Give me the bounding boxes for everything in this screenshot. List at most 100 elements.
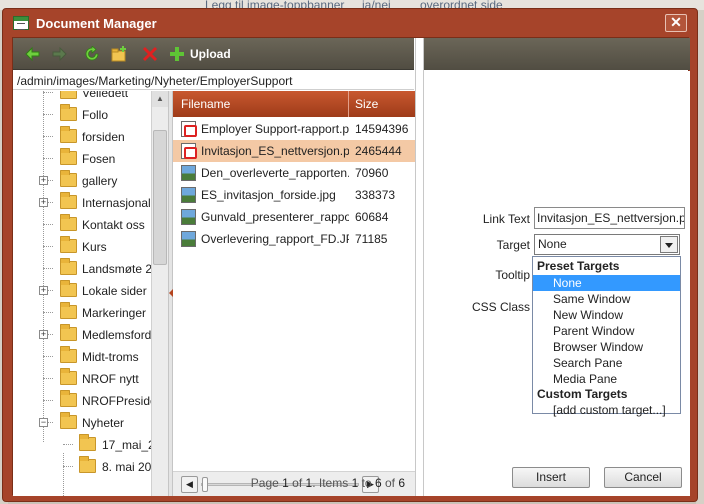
tree-item[interactable]: Kontakt oss (13, 214, 151, 236)
new-folder-icon[interactable] (111, 46, 127, 62)
file-name: Overlevering_rapport_FD.JPG (201, 232, 349, 246)
folder-icon (60, 390, 77, 407)
tree-item[interactable]: Follo (13, 104, 151, 126)
tree-item-label: Follo (82, 108, 109, 122)
expand-icon[interactable]: + (39, 198, 48, 207)
scroll-thumb[interactable] (153, 130, 167, 265)
file-name: Employer Support-rapport.pdf (201, 122, 349, 136)
scroll-up-icon[interactable]: ▲ (152, 91, 168, 107)
plus-icon[interactable] (169, 46, 185, 62)
tree-item[interactable]: NROFPreside (13, 390, 157, 412)
target-select[interactable]: None (534, 234, 680, 255)
pane-divider (415, 38, 424, 496)
tree-line (63, 444, 73, 445)
file-name: Gunvald_presenterer_rapport.jpg (201, 210, 349, 224)
tree-item[interactable]: Kurs (13, 236, 151, 258)
tree-line (43, 224, 53, 225)
link-text-label: Link Text (482, 212, 530, 226)
tree-item[interactable]: Landsmøte 2 (13, 258, 152, 280)
tree-item[interactable]: Veiledett (13, 91, 151, 104)
collapse-icon[interactable]: − (39, 418, 48, 427)
target-option[interactable]: Search Pane (533, 355, 680, 371)
custom-targets-header: Custom Targets (537, 387, 628, 401)
tree-line (43, 158, 53, 159)
file-row[interactable]: Den_overleverte_rapporten.jpg 70960 (173, 162, 415, 184)
pager-text: . Items (312, 476, 352, 490)
folder-icon (60, 91, 77, 99)
upload-button[interactable]: Upload (190, 47, 231, 61)
folder-icon (60, 302, 77, 319)
tree-item[interactable]: 8. mai 20 (13, 456, 151, 478)
tree-item[interactable]: + Medlemsford (13, 324, 151, 346)
tree-line (43, 356, 53, 357)
pager-status: Page 1 of 1. Items 1 to 6 of 6 (251, 476, 405, 490)
column-header-filename[interactable]: Filename (181, 97, 230, 111)
tree-line (43, 378, 53, 379)
file-row[interactable]: Overlevering_rapport_FD.JPG 71185 (173, 228, 415, 250)
tree-item-label: Veiledett (82, 91, 129, 100)
tree-item[interactable]: Midt-troms (13, 346, 151, 368)
target-option[interactable]: Same Window (533, 291, 680, 307)
tree-item[interactable]: − Nyheter (13, 412, 151, 434)
target-option[interactable]: Parent Window (533, 323, 680, 339)
target-option[interactable]: New Window (533, 307, 680, 323)
preset-targets-header: Preset Targets (537, 259, 620, 273)
file-row[interactable]: ES_invitasjon_forside.jpg 338373 (173, 184, 415, 206)
expand-icon[interactable]: + (39, 330, 48, 339)
folder-icon (60, 236, 77, 253)
tree-item-label: Midt-troms (82, 350, 139, 364)
title-bar[interactable]: Document Manager ✕ (3, 9, 697, 37)
chevron-down-icon[interactable] (660, 236, 678, 253)
file-row[interactable]: Gunvald_presenterer_rapport.jpg 60684 (173, 206, 415, 228)
pdf-file-icon (181, 143, 197, 159)
expand-icon[interactable]: + (39, 176, 48, 185)
folder-icon (60, 126, 77, 143)
file-size: 60684 (355, 210, 389, 224)
tree-item-label: gallery (82, 174, 118, 188)
image-file-icon (181, 209, 196, 225)
folder-tree: Veiledett Follo forsiden Fosen + gallery + Inte… (13, 91, 168, 496)
target-option[interactable]: None (533, 275, 680, 291)
tree-item[interactable]: forsiden (13, 126, 151, 148)
tree-scrollbar[interactable]: ▲ (151, 91, 168, 496)
file-size: 14594396 (355, 122, 409, 136)
tree-item[interactable]: Markeringer (13, 302, 151, 324)
tooltip-label: Tooltip (495, 268, 530, 282)
add-custom-target-option[interactable]: [add custom target...] (533, 402, 680, 418)
tree-item[interactable]: + Lokale sider (13, 280, 151, 302)
delete-icon[interactable] (142, 46, 158, 62)
link-text-input[interactable]: Invitasjon_ES_nettversjon.pdf (534, 207, 685, 229)
tree-item-label: 8. mai 20 (102, 460, 152, 474)
target-option[interactable]: Browser Window (533, 339, 680, 355)
close-button[interactable]: ✕ (665, 14, 687, 32)
scroll-knob[interactable] (202, 477, 208, 492)
expand-icon[interactable]: + (39, 286, 48, 295)
tree-item[interactable]: 17_mai_2 (13, 434, 155, 456)
tree-item-label: Kurs (82, 240, 107, 254)
tree-item[interactable]: + gallery (13, 170, 151, 192)
tree-item-label: Markeringer (82, 306, 147, 320)
refresh-icon[interactable] (84, 46, 100, 62)
file-row[interactable]: Employer Support-rapport.pdf 14594396 (173, 118, 415, 140)
insert-button[interactable]: Insert (512, 467, 590, 488)
folder-icon (60, 412, 77, 429)
scroll-left-icon[interactable]: ◀ (181, 476, 198, 493)
arrow-left-icon[interactable] (25, 46, 41, 62)
target-option[interactable]: Media Pane (533, 371, 680, 387)
arrow-right-icon[interactable] (51, 46, 67, 62)
file-name: Invitasjon_ES_nettversjon.pdf (201, 144, 349, 158)
path-breadcrumb: /admin/images/Marketing/Nyheter/Employer… (13, 71, 414, 90)
tree-item[interactable]: NROF nytt (13, 368, 151, 390)
target-value: None (538, 237, 567, 251)
grid-header: Filename Size (173, 91, 415, 117)
pager-page: 1 (282, 476, 289, 490)
window-title: Document Manager (36, 16, 157, 31)
folder-icon (60, 192, 77, 209)
target-label: Target (496, 238, 530, 252)
pager-text: of (381, 476, 399, 490)
file-row[interactable]: Invitasjon_ES_nettversjon.pdf 2465444 (173, 140, 415, 162)
column-header-size[interactable]: Size (355, 97, 378, 111)
tree-item[interactable]: + Internasjonal (13, 192, 151, 214)
cancel-button[interactable]: Cancel (604, 467, 682, 488)
tree-item[interactable]: Fosen (13, 148, 151, 170)
